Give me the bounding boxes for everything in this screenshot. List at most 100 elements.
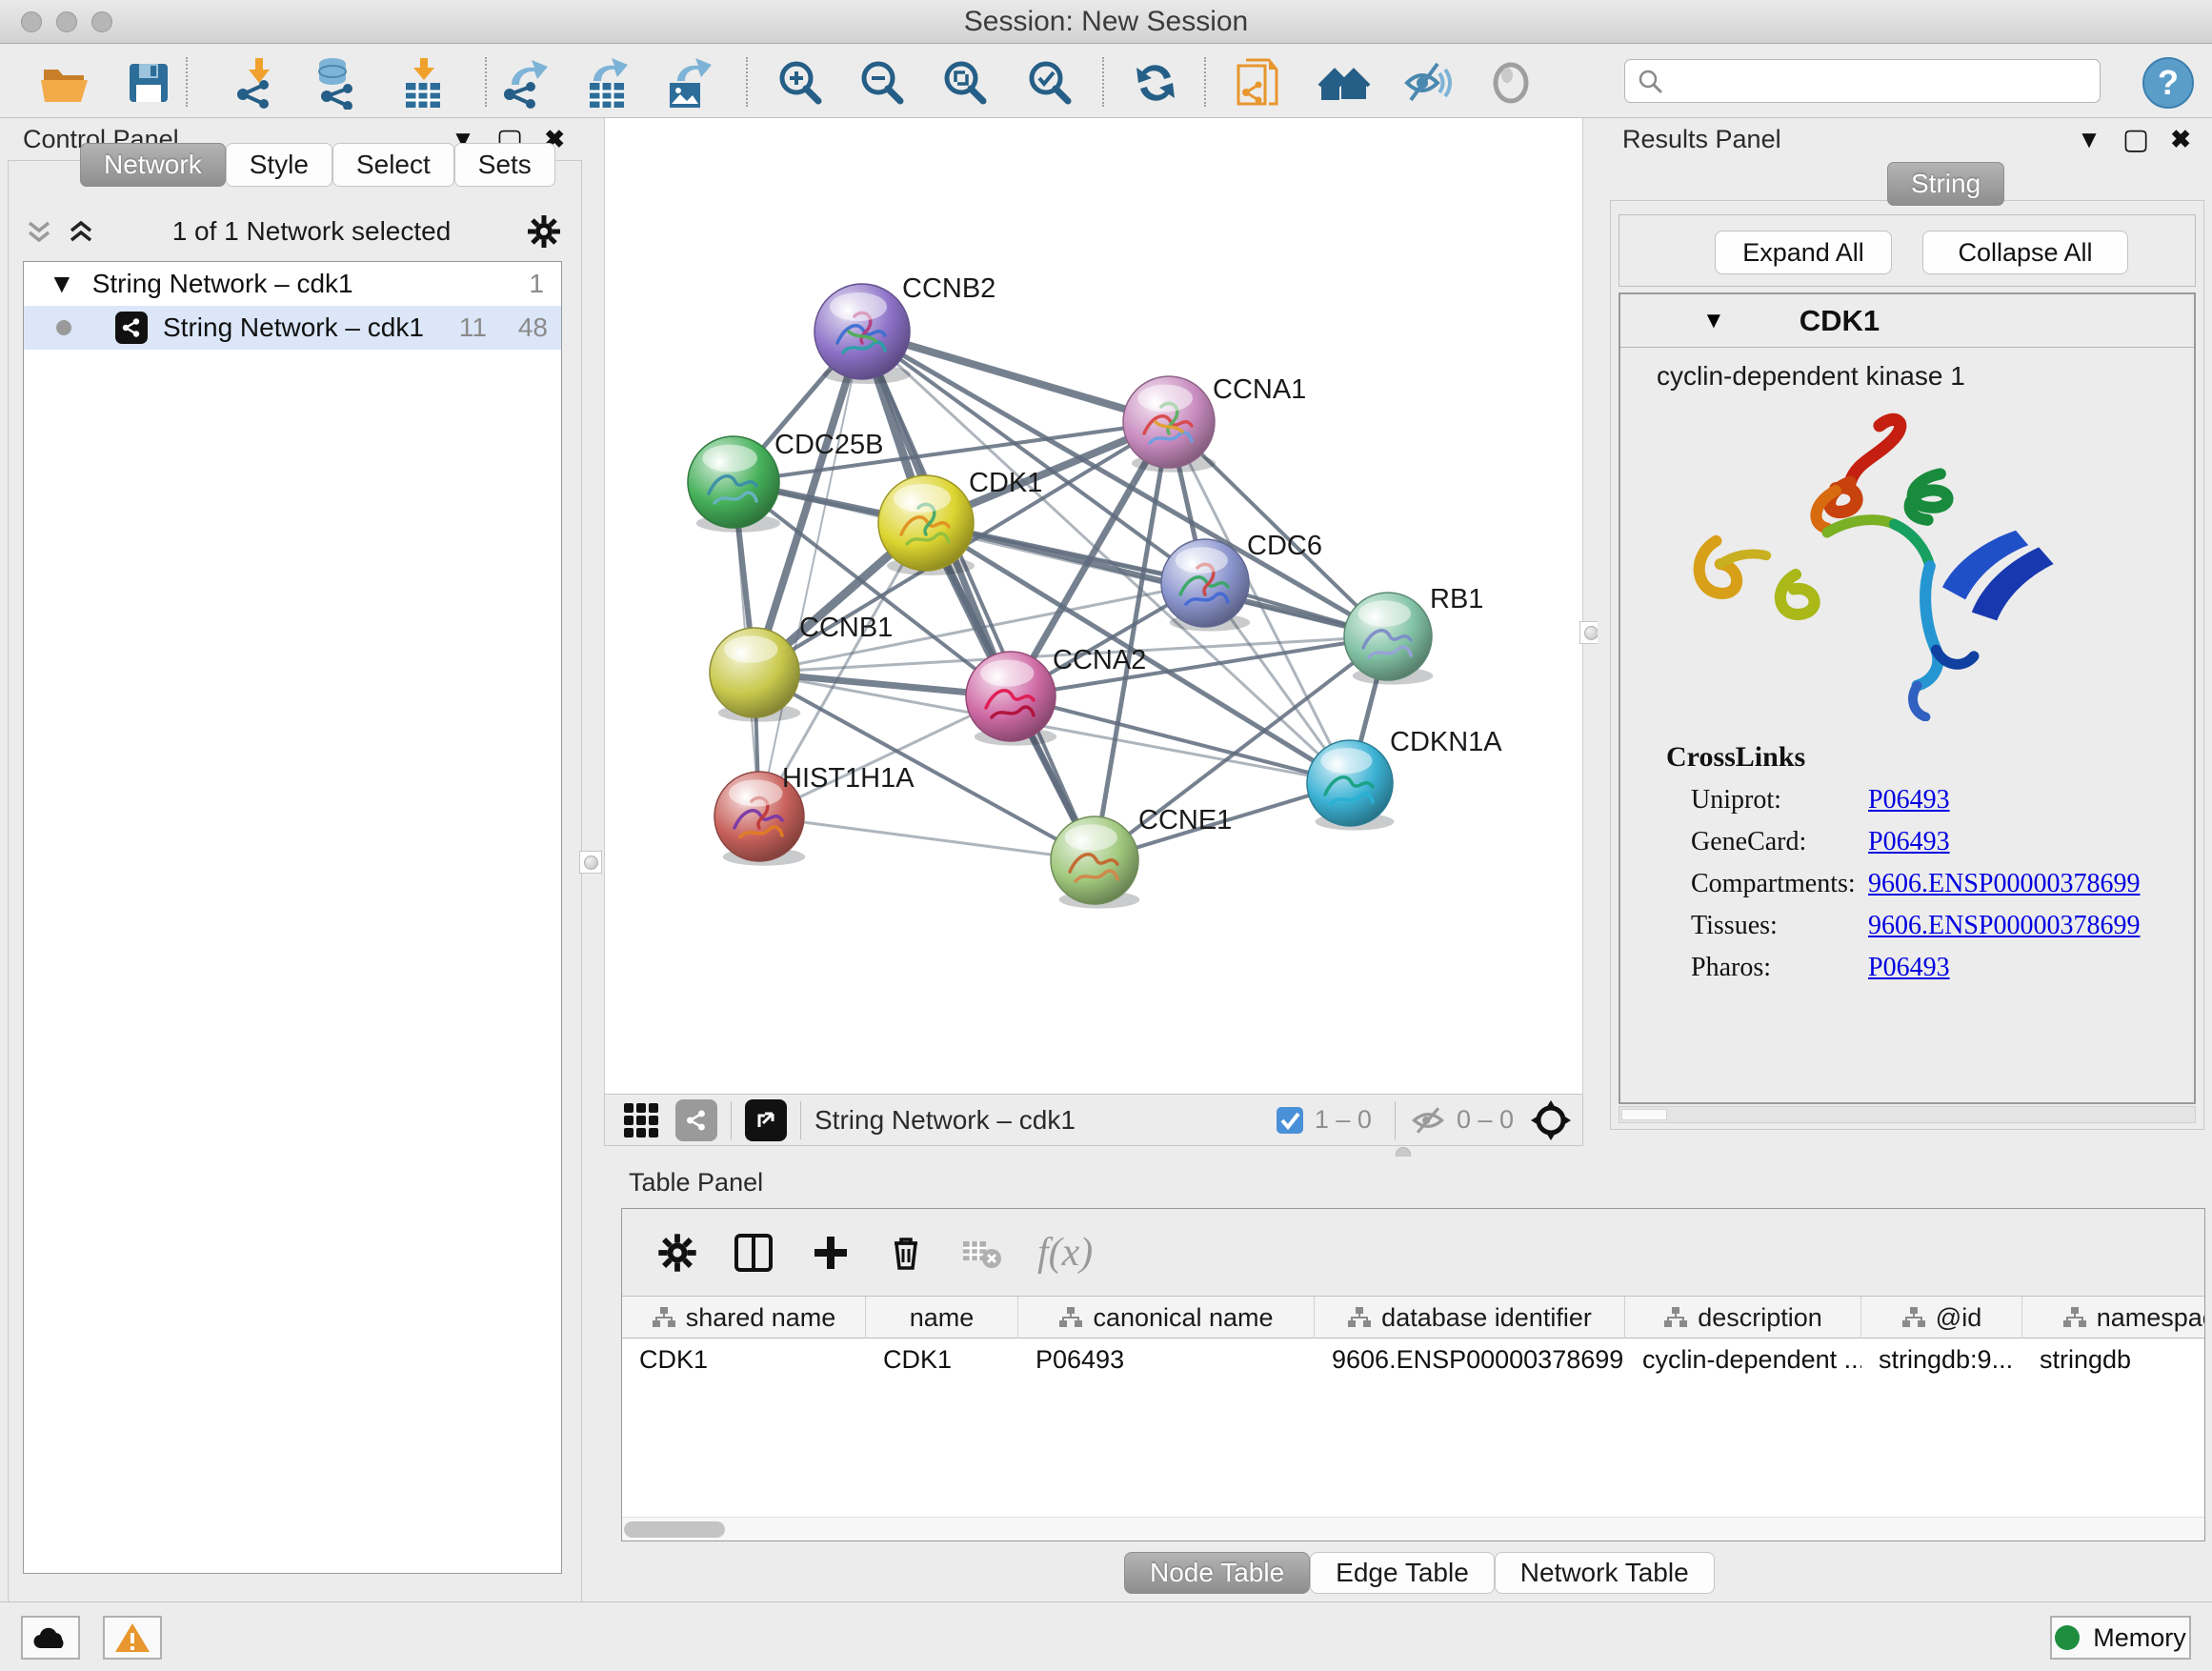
- zoom-in-icon[interactable]: [774, 56, 827, 110]
- collapse-all-button[interactable]: Collapse All: [1922, 231, 2128, 274]
- results-scrollbar[interactable]: [1619, 1106, 2196, 1123]
- tab-network-table[interactable]: Network Table: [1495, 1552, 1715, 1594]
- expand-all-networks-icon[interactable]: [65, 215, 97, 248]
- table-cell[interactable]: CDK1: [866, 1339, 1018, 1380]
- left-splitter-handle[interactable]: [579, 851, 602, 874]
- table-cell[interactable]: CDK1: [622, 1339, 866, 1380]
- zoom-fit-icon[interactable]: [938, 56, 992, 110]
- node-CDC25B[interactable]: [688, 436, 780, 533]
- cloud-status-button[interactable]: [21, 1616, 80, 1660]
- network-canvas[interactable]: CCNB2CCNA1CDC25BCDK1CDC6RB1CCNB1CCNA2CDK…: [604, 118, 1583, 1094]
- table-row[interactable]: CDK1CDK1P064939606.ENSP00000378699cyclin…: [622, 1339, 2205, 1380]
- column-header--id[interactable]: @id: [1861, 1297, 2022, 1339]
- crosslink-link[interactable]: 9606.ENSP00000378699: [1868, 911, 2140, 941]
- tab-network[interactable]: Network: [80, 143, 226, 187]
- node-CCNE1[interactable]: [1051, 816, 1139, 909]
- birdseye-navigator-icon[interactable]: [1529, 1098, 1573, 1142]
- grid-view-icon[interactable]: [620, 1099, 662, 1141]
- delete-column-icon[interactable]: [885, 1232, 927, 1274]
- tab-select[interactable]: Select: [332, 143, 454, 187]
- node-RB1[interactable]: [1344, 593, 1433, 685]
- panel-float-icon[interactable]: ▢: [2122, 123, 2149, 156]
- toolbar-separator: [485, 57, 487, 107]
- scrollbar-thumb[interactable]: [624, 1521, 725, 1538]
- node-label-CDK1: CDK1: [969, 468, 1042, 498]
- crosslink-link[interactable]: P06493: [1868, 953, 1950, 983]
- column-header-database-identifier[interactable]: database identifier: [1315, 1297, 1625, 1339]
- selected-checkbox-icon[interactable]: [1275, 1105, 1305, 1136]
- table-cell[interactable]: stringdb: [2022, 1339, 2205, 1380]
- function-builder-icon-disabled: f(x): [1037, 1230, 1093, 1276]
- collapse-all-networks-icon[interactable]: [23, 215, 55, 248]
- show-graphics-icon[interactable]: [1484, 56, 1538, 110]
- crosslink-link[interactable]: 9606.ENSP00000378699: [1868, 869, 2140, 899]
- crosslink-link[interactable]: P06493: [1868, 827, 1950, 857]
- network-graph[interactable]: CCNB2CCNA1CDC25BCDK1CDC6RB1CCNB1CCNA2CDK…: [605, 118, 1584, 1094]
- warning-status-button[interactable]: [103, 1616, 162, 1660]
- save-session-icon[interactable]: [122, 56, 175, 110]
- open-session-icon[interactable]: [37, 56, 90, 110]
- column-header-shared-name[interactable]: shared name: [622, 1297, 866, 1339]
- network-row[interactable]: String Network – cdk1 11 48: [24, 306, 561, 350]
- export-network-icon[interactable]: [498, 56, 552, 110]
- column-header-label: name: [910, 1303, 975, 1333]
- table-cell[interactable]: stringdb:9...: [1861, 1339, 2022, 1380]
- tab-node-table[interactable]: Node Table: [1124, 1552, 1310, 1594]
- detach-view-icon[interactable]: [745, 1099, 787, 1141]
- main-toolbar: ?: [0, 44, 2212, 118]
- network-options-gear-icon[interactable]: [526, 213, 562, 250]
- import-network-database-icon[interactable]: [312, 56, 365, 110]
- show-columns-icon[interactable]: [731, 1230, 776, 1276]
- tab-edge-table[interactable]: Edge Table: [1310, 1552, 1495, 1594]
- table-options-gear-icon[interactable]: [656, 1232, 698, 1274]
- network-collection-row[interactable]: ▼ String Network – cdk1 1: [24, 262, 561, 306]
- tab-style[interactable]: Style: [226, 143, 332, 187]
- node-CCNA2[interactable]: [966, 652, 1056, 746]
- node-CDK1[interactable]: [878, 475, 975, 575]
- help-icon[interactable]: ?: [2142, 56, 2195, 110]
- table-cell[interactable]: P06493: [1018, 1339, 1315, 1380]
- edge-CCNA2-CDKN1A[interactable]: [1011, 696, 1350, 783]
- memory-status-dot: [2055, 1625, 2080, 1650]
- expand-all-button[interactable]: Expand All: [1715, 231, 1892, 274]
- string-document-icon[interactable]: [1233, 56, 1286, 110]
- column-header-canonical-name[interactable]: canonical name: [1018, 1297, 1315, 1339]
- node-CDC6[interactable]: [1161, 539, 1250, 632]
- tab-sets[interactable]: Sets: [454, 143, 555, 187]
- edge-HIST1H1A-CCNE1[interactable]: [759, 816, 1095, 860]
- table-horizontal-scrollbar[interactable]: [622, 1517, 2204, 1541]
- import-table-icon[interactable]: [396, 56, 450, 110]
- export-table-icon[interactable]: [580, 56, 633, 110]
- export-image-icon[interactable]: [662, 56, 715, 110]
- gene-caret-icon[interactable]: ▼: [1702, 308, 1725, 334]
- node-CCNA1[interactable]: [1123, 376, 1216, 473]
- tab-string-results[interactable]: String: [1887, 162, 2004, 206]
- refresh-icon[interactable]: [1129, 56, 1182, 110]
- column-header-name[interactable]: name: [866, 1297, 1018, 1339]
- edge-CCNB2-HIST1H1A[interactable]: [759, 332, 862, 816]
- crosslink-label: Pharos:: [1691, 953, 1868, 983]
- panel-menu-icon[interactable]: ▼: [2077, 125, 2101, 154]
- column-header-namespace[interactable]: namespace: [2022, 1297, 2205, 1339]
- hide-unhide-icon[interactable]: [1401, 56, 1455, 110]
- table-cell[interactable]: cyclin-dependent ...: [1625, 1339, 1861, 1380]
- tree-caret-icon[interactable]: ▼: [49, 269, 75, 299]
- node-label-CCNB2: CCNB2: [902, 273, 995, 304]
- crosslink-link[interactable]: P06493: [1868, 785, 1950, 815]
- zoom-out-icon[interactable]: [855, 56, 909, 110]
- network-label: String Network – cdk1: [163, 312, 424, 343]
- gene-header-row[interactable]: ▼ CDK1: [1620, 294, 2194, 348]
- import-network-file-icon[interactable]: [231, 56, 285, 110]
- crosslinks-section: CrossLinks Uniprot:P06493GeneCard:P06493…: [1620, 741, 2194, 983]
- column-header-description[interactable]: description: [1625, 1297, 1861, 1339]
- homes-icon[interactable]: [1317, 56, 1371, 110]
- node-CCNB1[interactable]: [710, 628, 800, 722]
- table-cell[interactable]: 9606.ENSP00000378699: [1315, 1339, 1625, 1380]
- zoom-selected-icon[interactable]: [1023, 56, 1076, 110]
- add-column-icon[interactable]: [809, 1231, 853, 1275]
- node-CDKN1A[interactable]: [1307, 740, 1394, 831]
- search-input[interactable]: [1663, 67, 2073, 96]
- network-share-view-icon[interactable]: [675, 1099, 717, 1141]
- panel-close-icon[interactable]: ✖: [2170, 125, 2191, 154]
- memory-button[interactable]: Memory: [2050, 1616, 2191, 1660]
